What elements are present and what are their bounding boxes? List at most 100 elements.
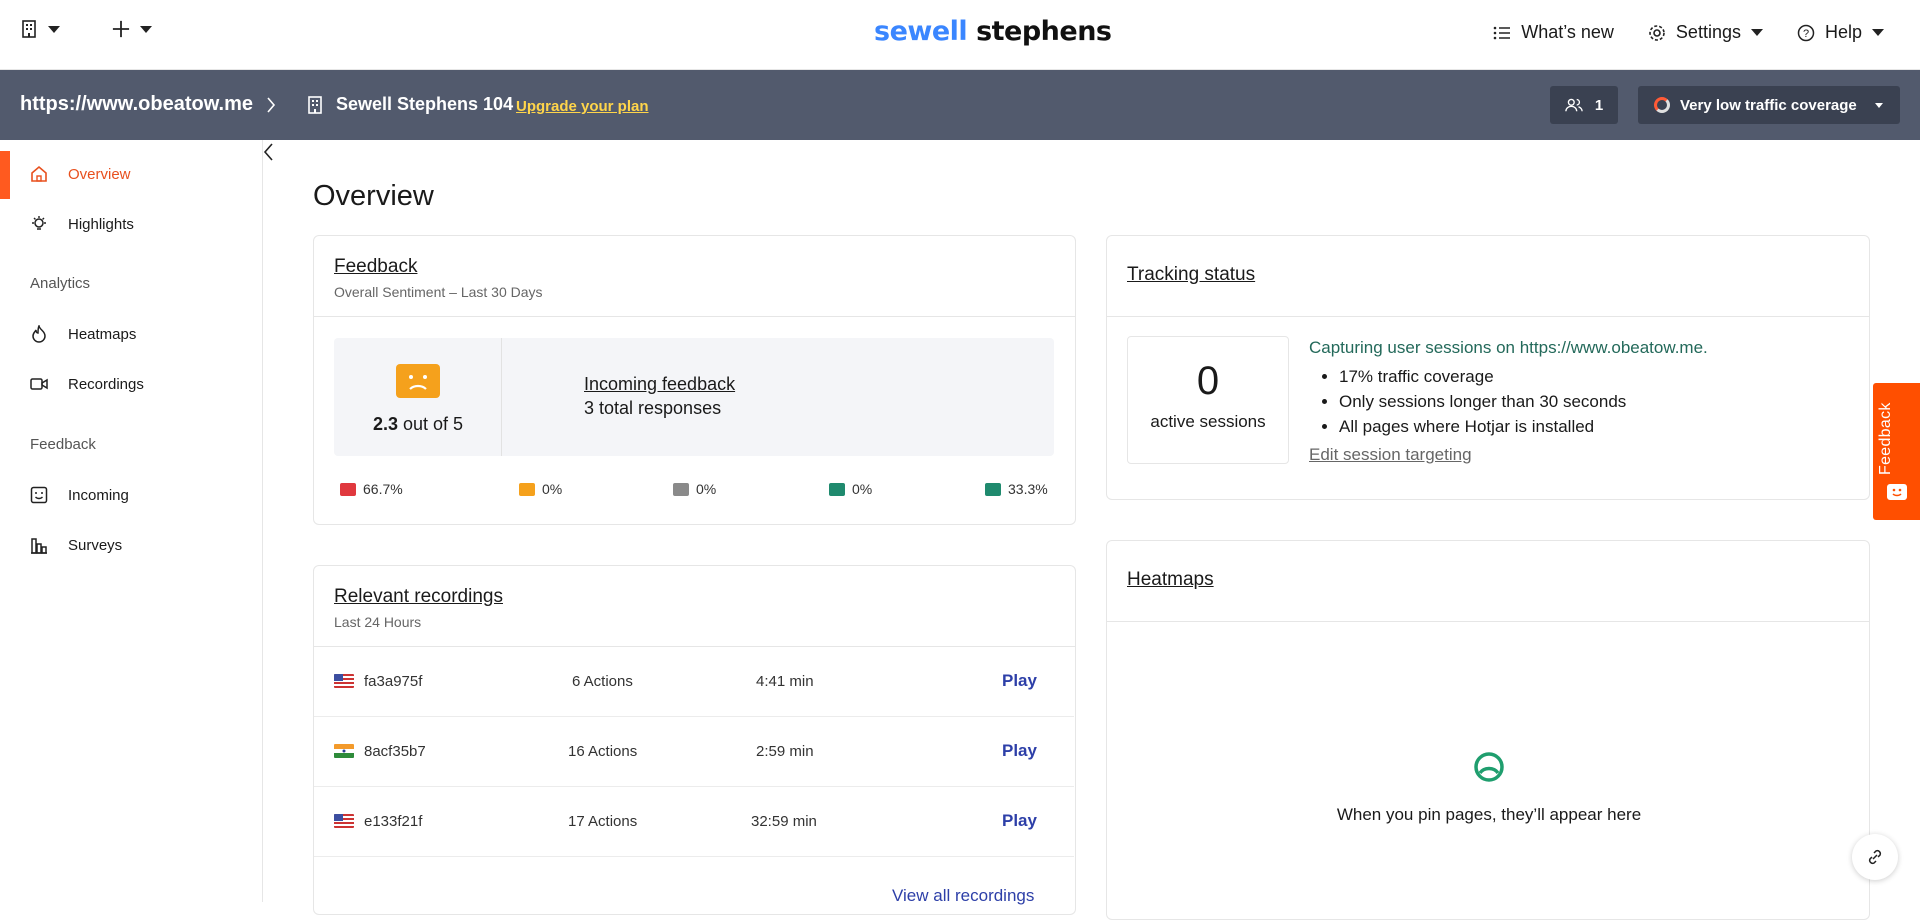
chevron-down-icon [1874, 102, 1883, 108]
tracking-status-title[interactable]: Tracking status [1127, 264, 1849, 286]
chevron-down-icon [1750, 29, 1763, 36]
score-value: 2.3 [372, 414, 398, 434]
play-button[interactable]: Play [1002, 811, 1037, 831]
incoming-feedback-link[interactable]: Incoming feedback [584, 374, 735, 395]
sidebar-item-label: Overview [68, 165, 131, 183]
top-right-menu: What’s new Settings ? Help [1493, 22, 1884, 43]
recording-row[interactable]: 8acf35b7 16 Actions 2:59 min Play [314, 717, 1074, 787]
india-flag-icon [334, 744, 354, 758]
rating-distribution-love: 33.3% [985, 481, 1048, 497]
sidebar-item-overview[interactable]: Overview [0, 151, 262, 199]
tracking-rules-list: 17% traffic coverage Only sessions longe… [1339, 364, 1708, 439]
chevron-down-icon [48, 25, 60, 33]
recordings-card-subtitle: Last 24 Hours [334, 614, 422, 630]
recordings-card-header: Relevant recordings Last 24 Hours [314, 566, 1075, 647]
incoming-feedback-summary: Incoming feedback 3 total responses [584, 374, 735, 419]
heatmaps-card-title[interactable]: Heatmaps [1127, 569, 1849, 591]
smile-face-icon [829, 482, 845, 496]
recording-duration: 32:59 min [751, 813, 817, 830]
tracking-status-card: Tracking status 0 active sessions Captur… [1106, 235, 1870, 500]
us-flag-icon [334, 814, 354, 828]
active-sessions-label: active sessions [1150, 412, 1266, 431]
active-sessions-count: 0 [1196, 359, 1220, 403]
feedback-card-header: Feedback Overall Sentiment – Last 30 Day… [314, 236, 1075, 317]
distribution-value: 33.3% [1008, 481, 1048, 497]
chevron-down-icon [140, 25, 152, 33]
play-button[interactable]: Play [1002, 671, 1037, 691]
whats-new-label: What’s new [1521, 22, 1614, 42]
view-all-recordings-link[interactable]: View all recordings [892, 886, 1034, 906]
traffic-coverage-label: Very low traffic coverage [1680, 96, 1857, 114]
upgrade-plan-link[interactable]: Upgrade your plan [516, 98, 649, 115]
recording-id: 8acf35b7 [364, 743, 426, 760]
help-label: Help [1824, 22, 1862, 42]
recording-id: e133f21f [364, 813, 423, 830]
sidebar-item-heatmaps[interactable]: Heatmaps [0, 311, 262, 357]
tracking-status-header: Tracking status [1107, 236, 1869, 317]
smiley-icon [30, 486, 48, 504]
rating-distribution-dislike: 0% [519, 481, 562, 497]
sidebar-item-recordings[interactable]: Recordings [0, 361, 262, 407]
copy-link-button[interactable] [1852, 834, 1898, 880]
feedback-face-icon [1886, 483, 1908, 506]
logo-part-1: sewell [874, 16, 968, 47]
sidebar [0, 140, 263, 902]
neutral-face-icon [673, 482, 689, 496]
rating-distribution-like: 0% [829, 481, 872, 497]
capturing-text: Capturing user sessions on https://www.o… [1309, 338, 1708, 357]
sidebar-item-highlights[interactable]: Highlights [0, 201, 262, 247]
recording-duration: 4:41 min [756, 673, 814, 690]
sad-face-icon [519, 482, 535, 496]
chevron-down-icon [1872, 29, 1884, 36]
feedback-widget-tab[interactable]: Feedback [1873, 383, 1920, 520]
heatmaps-card: Heatmaps When you pin pages, they’ll app… [1106, 540, 1870, 920]
team-members-count: 1 [1594, 96, 1604, 114]
sidebar-item-surveys[interactable]: Surveys [0, 522, 262, 568]
building-icon [306, 95, 324, 114]
help-menu[interactable]: ? Help [1797, 22, 1884, 43]
recording-id: fa3a975f [364, 673, 423, 690]
edit-session-targeting-link[interactable]: Edit session targeting [1309, 445, 1708, 465]
organization-switcher[interactable] [20, 20, 60, 38]
recording-actions: 6 Actions [572, 673, 633, 690]
us-flag-icon [334, 674, 354, 688]
rating-distribution-hate: 66.7% [340, 481, 403, 497]
sidebar-item-label: Incoming [68, 486, 129, 504]
team-members-button[interactable]: 1 [1550, 86, 1618, 124]
recording-duration: 2:59 min [756, 743, 814, 760]
recordings-card-title[interactable]: Relevant recordings [334, 586, 1055, 608]
video-icon [30, 375, 48, 393]
distribution-value: 66.7% [363, 481, 403, 497]
score-text: 2.3 out of 5 [334, 414, 502, 435]
plus-icon [112, 20, 130, 38]
sidebar-item-label: Heatmaps [68, 325, 137, 343]
organization-label: Sewell Stephens 104 [336, 94, 514, 114]
angry-face-icon [340, 482, 356, 496]
sidebar-section-feedback: Feedback [30, 436, 96, 453]
settings-menu[interactable]: Settings [1648, 22, 1763, 43]
recording-row[interactable]: fa3a975f 6 Actions 4:41 min Play [314, 647, 1074, 717]
site-url[interactable]: https://www.obeatow.me [20, 93, 253, 116]
lightbulb-icon [30, 215, 48, 233]
score-suffix: out of 5 [397, 414, 464, 434]
site-bar: https://www.obeatow.me Sewell Stephens 1… [0, 70, 1920, 140]
tracking-info: Capturing user sessions on https://www.o… [1309, 338, 1708, 465]
top-left-actions [20, 20, 152, 38]
feedback-card-title[interactable]: Feedback [334, 256, 1055, 278]
distribution-value: 0% [542, 481, 563, 497]
whats-new-button[interactable]: What’s new [1493, 22, 1614, 43]
collapse-sidebar-button[interactable] [262, 142, 274, 167]
recordings-card: Relevant recordings Last 24 Hours fa3a97… [313, 565, 1076, 915]
recording-row[interactable]: e133f21f 17 Actions 32:59 min Play [314, 787, 1074, 857]
sidebar-item-label: Recordings [68, 375, 144, 393]
help-icon: ? [1797, 24, 1815, 42]
organization-name[interactable]: Sewell Stephens 104 [306, 94, 513, 115]
traffic-coverage-dropdown[interactable]: Very low traffic coverage [1638, 86, 1900, 124]
feedback-tab-label: Feedback [1877, 402, 1894, 475]
play-button[interactable]: Play [1002, 741, 1037, 761]
bar-chart-icon [30, 536, 48, 554]
sidebar-item-incoming[interactable]: Incoming [0, 472, 262, 518]
active-sessions-box: 0 active sessions [1127, 336, 1289, 464]
add-new-button[interactable] [112, 20, 152, 38]
distribution-value: 0% [852, 481, 873, 497]
